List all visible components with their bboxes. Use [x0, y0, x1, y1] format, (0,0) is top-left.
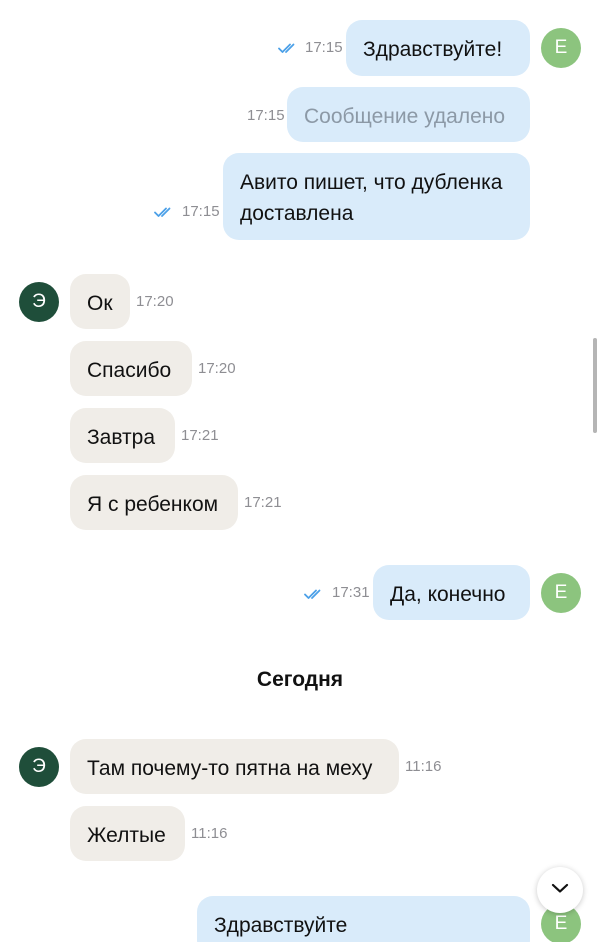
message-text: Желтые	[87, 824, 166, 847]
read-ticks-icon	[154, 205, 176, 217]
message-text-line: доставлена	[240, 202, 354, 225]
chevron-down-icon	[551, 881, 569, 899]
read-ticks-icon	[304, 587, 326, 599]
message-bubble[interactable]: Завтра	[70, 408, 175, 463]
date-separator: Сегодня	[256, 668, 344, 691]
message-time: 11:16	[405, 758, 442, 775]
message-time: 11:16	[191, 825, 228, 842]
message-text: Я с ребенком	[87, 493, 219, 516]
message-time: 17:31	[332, 584, 370, 601]
my-avatar[interactable]: Е	[541, 573, 581, 613]
message-time: 17:15	[182, 203, 220, 220]
message-bubble[interactable]: Ок	[70, 274, 130, 329]
message-time: 17:20	[198, 360, 236, 377]
message-text: Здравствуйте	[214, 914, 348, 937]
message-text: Завтра	[87, 426, 156, 449]
message-bubble[interactable]: Я с ребенком	[70, 475, 238, 530]
message-text: Там почему-то пятна на меху	[87, 757, 373, 780]
message-time: 17:15	[305, 39, 343, 56]
deleted-message-bubble[interactable]: Сообщение удалено	[287, 87, 530, 142]
message-text: Спасибо	[87, 359, 172, 382]
message-time: 17:21	[244, 494, 282, 511]
message-text: Здравствуйте!	[363, 38, 503, 61]
message-time: 17:15	[247, 107, 285, 124]
scrollbar-thumb[interactable]	[593, 338, 597, 433]
message-bubble[interactable]: Авито пишет, что дубленка доставлена	[223, 153, 530, 240]
peer-avatar[interactable]: Э	[19, 747, 59, 787]
peer-avatar[interactable]: Э	[19, 282, 59, 322]
message-bubble[interactable]: Желтые	[70, 806, 185, 861]
message-bubble[interactable]: Здравствуйте!	[346, 20, 530, 76]
read-ticks-icon	[278, 41, 300, 53]
message-text: Да, конечно	[390, 583, 506, 606]
message-bubble[interactable]: Там почему-то пятна на меху	[70, 739, 399, 794]
message-text: Сообщение удалено	[304, 105, 506, 128]
message-bubble[interactable]: Да, конечно	[373, 565, 530, 620]
message-time: 17:21	[181, 427, 219, 444]
chat-thread[interactable]: 17:15 Здравствуйте! Е 17:15 Сообщение уд…	[0, 0, 600, 942]
message-text-line: Авито пишет, что дубленка	[240, 171, 503, 194]
message-time: 17:20	[136, 293, 174, 310]
scroll-to-bottom-button[interactable]	[537, 867, 583, 913]
message-bubble[interactable]: Здравствуйте	[197, 896, 530, 942]
my-avatar[interactable]: Е	[541, 28, 581, 68]
message-text: Ок	[87, 292, 113, 315]
message-bubble[interactable]: Спасибо	[70, 341, 192, 396]
